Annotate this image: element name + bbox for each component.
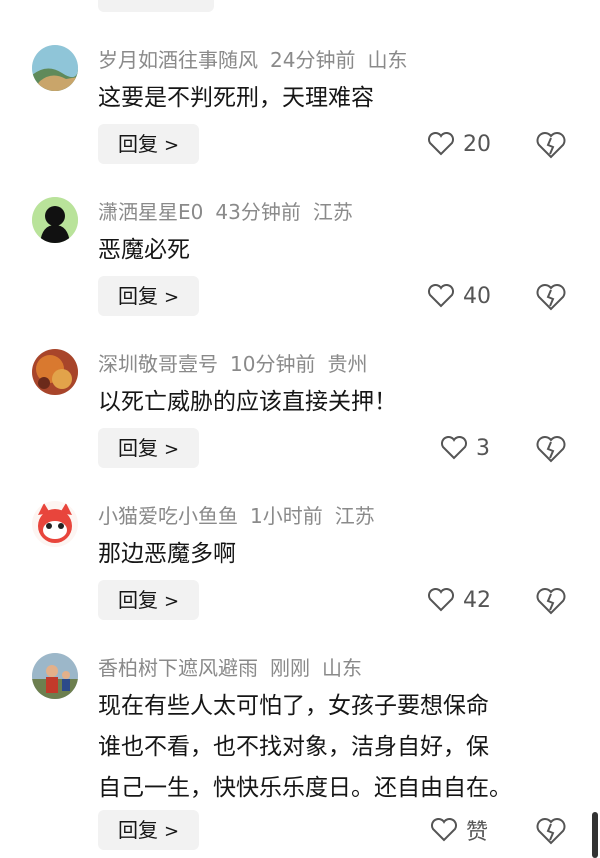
dislike-icon[interactable]	[536, 282, 566, 312]
reply-label: 回复	[118, 818, 158, 842]
like-button[interactable]: 20	[427, 124, 491, 164]
chevron-right-icon: >	[164, 287, 180, 308]
previous-reply-button[interactable]	[98, 0, 214, 12]
reply-button[interactable]: 回复 >	[98, 810, 199, 850]
username[interactable]: 深圳敬哥壹号	[98, 352, 218, 376]
chevron-right-icon: >	[164, 135, 180, 156]
heart-icon	[440, 436, 468, 460]
comment-time: 24分钟前	[270, 48, 356, 72]
chevron-right-icon: >	[164, 591, 180, 612]
comment-location: 江苏	[334, 504, 375, 528]
comment-time: 10分钟前	[230, 352, 316, 376]
comment-meta: 岁月如酒往事随风 24分钟前 山东	[98, 47, 419, 73]
comment-text: 那边恶魔多啊	[98, 541, 236, 567]
like-count: 40	[463, 283, 491, 309]
avatar[interactable]	[32, 349, 78, 395]
comment-meta: 小猫爱吃小鱼鱼 1小时前 江苏	[98, 503, 387, 529]
comment-location: 江苏	[312, 200, 353, 224]
like-count: 42	[463, 587, 491, 613]
heart-icon	[430, 818, 458, 842]
scrollbar[interactable]	[592, 812, 598, 858]
avatar[interactable]	[32, 653, 78, 699]
username[interactable]: 岁月如酒往事随风	[98, 48, 258, 72]
comment-meta: 香柏树下遮风避雨 刚刚 山东	[98, 655, 374, 681]
avatar[interactable]	[32, 45, 78, 91]
comment-time: 43分钟前	[215, 200, 301, 224]
comment-meta: 深圳敬哥壹号 10分钟前 贵州	[98, 351, 379, 377]
comment-location: 贵州	[327, 352, 368, 376]
previous-comment-controls	[0, 0, 600, 14]
like-label: 赞	[466, 820, 489, 845]
reply-label: 回复	[118, 284, 158, 308]
like-button[interactable]: 赞	[430, 810, 488, 850]
dislike-icon[interactable]	[536, 586, 566, 616]
comment-text: 现在有些人太可怕了，女孩子要想保命 谁也不看，也不找对象，洁身自好，保 自己一生…	[98, 693, 512, 801]
reply-label: 回复	[118, 132, 158, 156]
comment-time: 1小时前	[250, 504, 323, 528]
comment-text: 这要是不判死刑，天理难容	[98, 85, 374, 111]
dislike-icon[interactable]	[536, 130, 566, 160]
like-button[interactable]: 40	[427, 276, 491, 316]
dislike-icon[interactable]	[536, 816, 566, 846]
comment-time: 刚刚	[270, 656, 310, 680]
like-button[interactable]: 3	[440, 428, 490, 468]
username[interactable]: 潇洒星星E0	[98, 200, 203, 224]
username[interactable]: 香柏树下遮风避雨	[98, 656, 258, 680]
comment-location: 山东	[367, 48, 408, 72]
comment-text: 以死亡威胁的应该直接关押！	[98, 389, 397, 415]
comment-location: 山东	[322, 656, 362, 680]
previous-dislike-icon[interactable]	[536, 0, 564, 8]
like-count: 3	[476, 435, 490, 461]
like-count: 20	[463, 131, 491, 157]
chevron-right-icon: >	[164, 821, 180, 842]
comment-text: 恶魔必死	[98, 237, 190, 263]
heart-icon	[427, 284, 455, 308]
reply-label: 回复	[118, 436, 158, 460]
heart-icon	[427, 588, 455, 612]
chevron-right-icon: >	[164, 439, 180, 460]
reply-button[interactable]: 回复 >	[98, 276, 199, 316]
comment-meta: 潇洒星星E0 43分钟前 江苏	[98, 199, 365, 225]
reply-button[interactable]: 回复 >	[98, 124, 199, 164]
avatar[interactable]	[32, 197, 78, 243]
like-button[interactable]: 42	[427, 580, 491, 620]
reply-button[interactable]: 回复 >	[98, 580, 199, 620]
reply-button[interactable]: 回复 >	[98, 428, 199, 468]
dislike-icon[interactable]	[536, 434, 566, 464]
heart-icon	[427, 132, 455, 156]
username[interactable]: 小猫爱吃小鱼鱼	[98, 504, 238, 528]
avatar[interactable]	[32, 501, 78, 547]
reply-label: 回复	[118, 588, 158, 612]
